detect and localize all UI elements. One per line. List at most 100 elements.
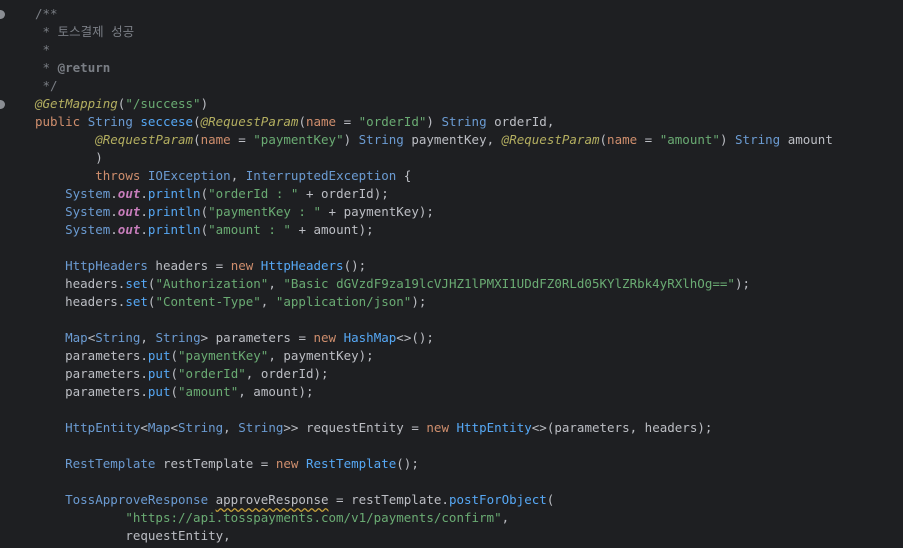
code-line: @GetMapping("/success"): [35, 95, 833, 113]
implementation-marker-icon[interactable]: [0, 10, 5, 19]
code-token: paymentKey: [411, 132, 487, 147]
code-token: orderId: [260, 366, 314, 381]
code-token: String: [87, 114, 141, 129]
code-token: restTemplate: [162, 456, 254, 471]
code-token: postForObject: [448, 492, 547, 507]
code-token: *: [42, 60, 58, 75]
code-line: HttpHeaders headers = new HttpHeaders();: [35, 257, 833, 275]
code-token: );: [313, 366, 329, 381]
code-token: println: [147, 204, 201, 219]
code-token: .: [110, 204, 118, 219]
code-token: ,: [546, 114, 555, 129]
code-token: "/success": [125, 96, 201, 111]
code-editor[interactable]: /** * 토스결제 성공 * * @return */@GetMapping(…: [0, 0, 903, 548]
code-token: >: [200, 330, 216, 345]
code-line: RestTemplate restTemplate = new RestTemp…: [35, 455, 833, 473]
code-token: <: [140, 420, 148, 435]
code-token: parameters: [554, 420, 630, 435]
code-token: * 토스결제 성공: [42, 24, 135, 39]
code-token: parameters: [65, 366, 141, 381]
code-token: .: [140, 384, 148, 399]
code-token: "https://api.tosspayments.com/v1/payment…: [125, 510, 502, 525]
code-token: ,: [238, 384, 254, 399]
code-token: public: [35, 114, 88, 129]
code-token: requestEntity: [125, 528, 224, 543]
code-token: ,: [230, 168, 246, 183]
code-token: name: [305, 114, 337, 129]
code-token: orderId: [321, 186, 374, 201]
code-token: new: [275, 456, 306, 471]
code-token: <: [170, 420, 179, 435]
code-token: ,: [268, 348, 284, 363]
code-line: * @return: [35, 59, 833, 77]
code-token: name: [607, 132, 638, 147]
code-token: approveResponse: [215, 492, 329, 507]
code-token: HttpHeaders: [260, 258, 344, 273]
code-token: "amount : ": [208, 222, 291, 237]
code-line: System.out.println("amount : " + amount)…: [35, 221, 833, 239]
code-token: (: [546, 492, 555, 507]
code-token: ();: [343, 258, 367, 273]
code-token: .: [441, 492, 449, 507]
code-token: =: [403, 420, 427, 435]
code-token: System: [65, 222, 111, 237]
code-token: String: [178, 420, 224, 435]
code-token: ,: [260, 294, 276, 309]
code-token: RestTemplate: [305, 456, 397, 471]
code-token: =: [637, 132, 660, 147]
code-token: "Authorization": [155, 276, 269, 291]
code-token: headers: [65, 294, 118, 309]
code-token: <>();: [396, 330, 434, 345]
code-token: .: [140, 204, 148, 219]
code-token: (: [599, 132, 608, 147]
code-token: "Basic dGVzdF9za19lcVJHZ1lPMXI1UDdFZ0RLd…: [283, 276, 735, 291]
code-token: Map: [65, 330, 88, 345]
code-token: paymentKey: [283, 348, 359, 363]
code-token: ,: [223, 528, 231, 543]
code-line: headers.set("Authorization", "Basic dGVz…: [35, 275, 833, 293]
code-token: HttpEntity: [65, 420, 141, 435]
code-token: headers: [155, 258, 209, 273]
implementation-marker-icon[interactable]: [0, 100, 5, 109]
code-token: RestTemplate: [65, 456, 163, 471]
code-token: @RequestParam: [200, 114, 299, 129]
code-token: println: [147, 186, 201, 201]
code-line: parameters.put("amount", amount);: [35, 383, 833, 401]
code-line: @RequestParam(name = "paymentKey") Strin…: [35, 131, 833, 149]
code-token: ,: [501, 510, 510, 525]
code-token: <>(: [531, 420, 555, 435]
code-token: IOException: [147, 168, 231, 183]
code-area[interactable]: /** * 토스결제 성공 * * @return */@GetMapping(…: [35, 5, 833, 545]
code-token: (: [200, 222, 209, 237]
code-token: put: [147, 348, 171, 363]
code-token: "orderId": [178, 366, 246, 381]
code-token: (: [200, 186, 209, 201]
code-token: new: [426, 420, 457, 435]
code-token: ): [95, 150, 103, 165]
code-token: );: [358, 348, 374, 363]
code-token: System: [65, 204, 111, 219]
code-line: */: [35, 77, 833, 95]
code-token: ): [426, 114, 442, 129]
code-token: throws: [95, 168, 148, 183]
code-token: (: [170, 366, 179, 381]
code-token: +: [298, 186, 322, 201]
code-token: out: [117, 204, 141, 219]
code-token: TossApproveResponse: [65, 492, 216, 507]
code-token: HttpHeaders: [65, 258, 156, 273]
code-token: );: [411, 294, 427, 309]
code-token: amount: [787, 132, 833, 147]
code-line: parameters.put("paymentKey", paymentKey)…: [35, 347, 833, 365]
code-token: */: [42, 78, 58, 93]
code-line: System.out.println("orderId : " + orderI…: [35, 185, 833, 203]
code-line: Map<String, String> parameters = new Has…: [35, 329, 833, 347]
code-token: orderId: [494, 114, 547, 129]
code-token: amount: [313, 222, 359, 237]
code-token: "amount": [178, 384, 239, 399]
code-token: );: [298, 384, 314, 399]
code-token: @return: [57, 60, 111, 75]
code-token: parameters: [215, 330, 291, 345]
code-token: .: [140, 348, 148, 363]
code-token: String: [238, 420, 284, 435]
